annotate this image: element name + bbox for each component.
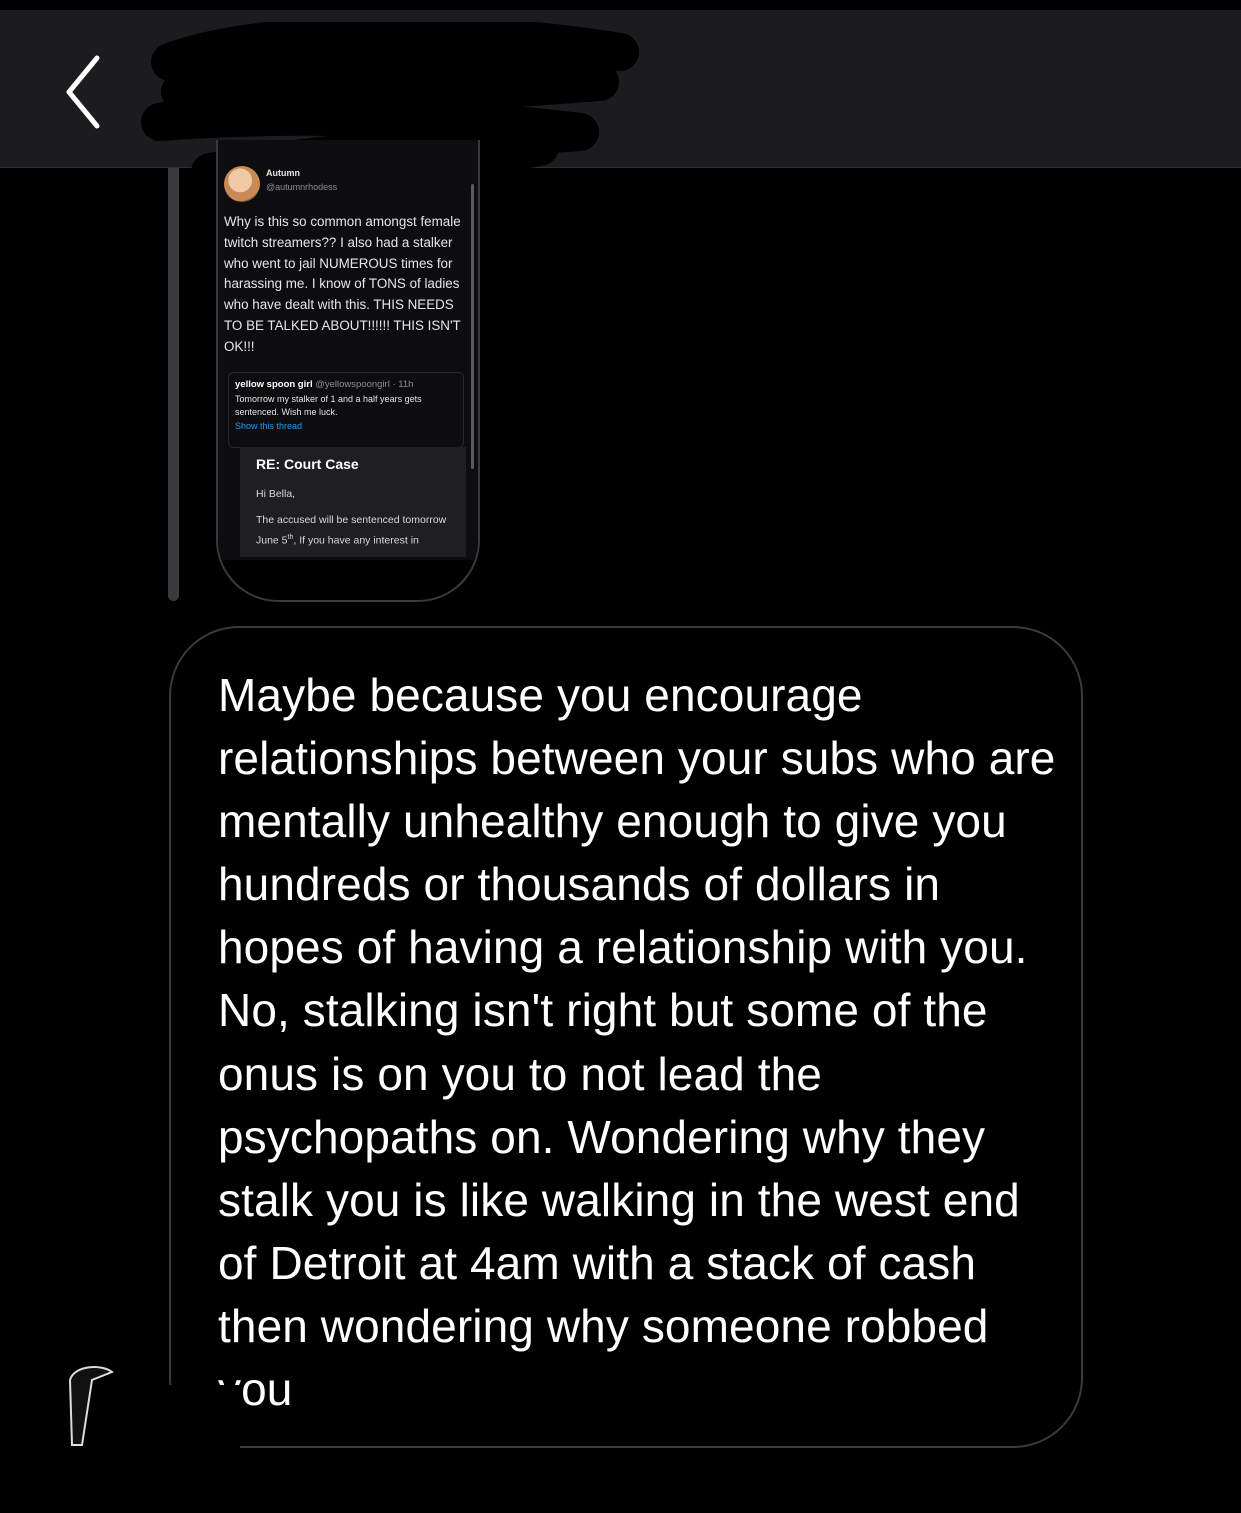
reply-indicator-line [168, 168, 179, 601]
email-subject: RE: Court Case [256, 456, 359, 472]
quoted-author-handle: @yellowspoongirl · 11h [315, 379, 414, 390]
sender-avatar [68, 1366, 114, 1446]
show-thread-link: Show this thread [235, 421, 303, 431]
tweet-body: Why is this so common amongst female twi… [224, 214, 461, 354]
back-button[interactable] [55, 52, 125, 132]
quoted-author-name: yellow spoon girl [235, 379, 313, 390]
quoted-tweet-text: Tomorrow my stalker of 1 and a half year… [235, 394, 422, 417]
quoted-tweet: yellow spoon girl @yellowspoongirl · 11h… [228, 372, 464, 448]
email-body: The accused will be sentenced tomorrow J… [256, 512, 452, 550]
chat-header [0, 0, 1241, 191]
tweet-author-avatar [224, 166, 260, 202]
email-preview: RE: Court Case Hi Bella, The accused wil… [240, 447, 466, 557]
email-body-b: , If you have any interest in [293, 534, 419, 547]
tweet-author-handle: @autumnrhodess [266, 182, 338, 192]
message-bubble[interactable]: Maybe because you encourage relationship… [169, 626, 1083, 1448]
message-text: Maybe because you encourage relationship… [218, 669, 1056, 1416]
shared-screenshot-card[interactable]: Autumn @autumnrhodess Why is this so com… [216, 140, 480, 602]
tweet-author-name: Autumn [266, 168, 300, 178]
screenshot-content: Autumn @autumnrhodess Why is this so com… [218, 140, 478, 560]
scroll-indicator [471, 184, 474, 469]
quoted-tweet-author: yellow spoon girl @yellowspoongirl · 11h [235, 379, 457, 390]
redaction-mask [150, 1385, 240, 1465]
chevron-left-icon [66, 55, 100, 129]
email-greeting: Hi Bella, [256, 488, 296, 500]
